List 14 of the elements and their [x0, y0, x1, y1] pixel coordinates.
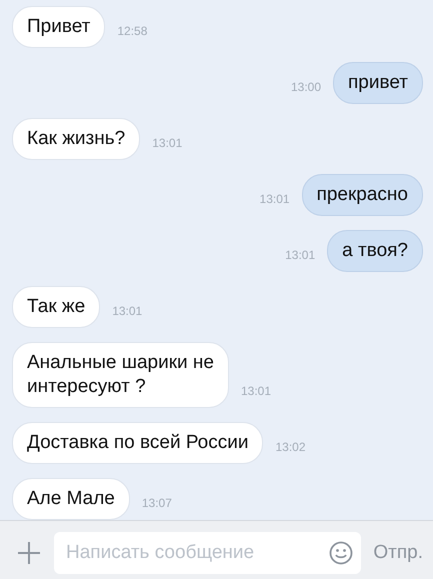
message-time: 13:00 — [290, 80, 321, 94]
message-time: 13:01 — [285, 248, 316, 262]
message-time: 13:01 — [152, 136, 182, 150]
message-input-field[interactable]: Написать сообщение — [64, 540, 324, 564]
message-time: 13:02 — [275, 440, 306, 454]
send-button[interactable]: Отпр. — [373, 542, 423, 564]
message-time: 13:01 — [260, 192, 290, 206]
message-time: 13:01 — [112, 304, 142, 318]
message-box[interactable]: Написать сообщение — [54, 532, 362, 574]
message-time: 12:58 — [117, 24, 148, 38]
message-time: 13:01 — [240, 384, 271, 398]
smiley-icon[interactable] — [329, 540, 354, 564]
message-time: 13:07 — [142, 496, 172, 510]
plus-icon[interactable] — [16, 540, 42, 566]
